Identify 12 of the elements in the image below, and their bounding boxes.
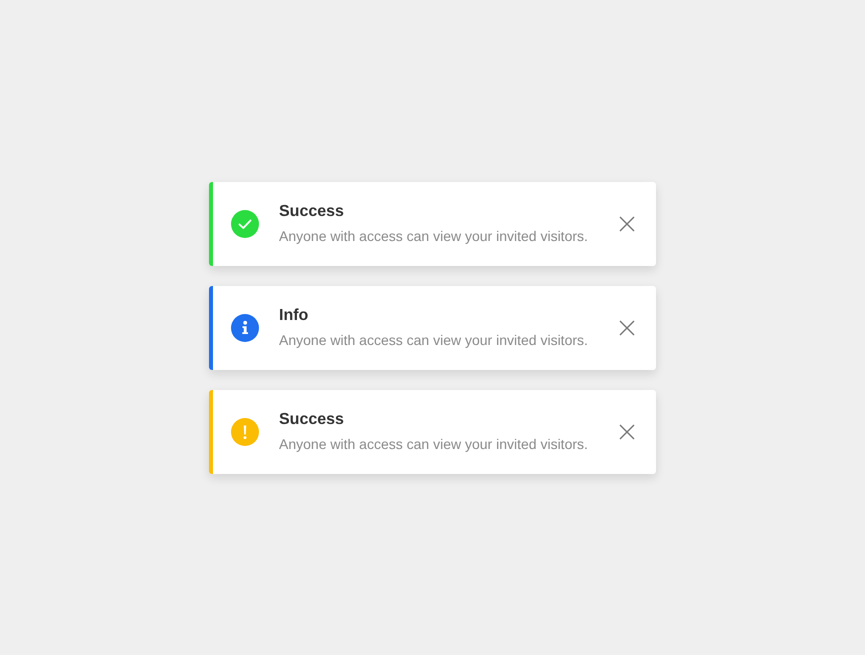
close-icon: [619, 216, 635, 232]
close-icon: [619, 320, 635, 336]
notification-title: Success: [279, 410, 345, 429]
notification-title: Success: [279, 202, 345, 221]
notification-message: Anyone with access can view your invited visitors.: [279, 228, 589, 245]
close-button[interactable]: [618, 422, 636, 440]
notification-title: Info: [279, 306, 310, 325]
notification-message: Anyone with access can view your invited visitors.: [279, 436, 589, 453]
close-button[interactable]: [618, 214, 636, 232]
close-button[interactable]: [618, 318, 636, 336]
notification-message: Anyone with access can view your invited visitors.: [279, 332, 589, 349]
close-icon: [619, 424, 635, 440]
